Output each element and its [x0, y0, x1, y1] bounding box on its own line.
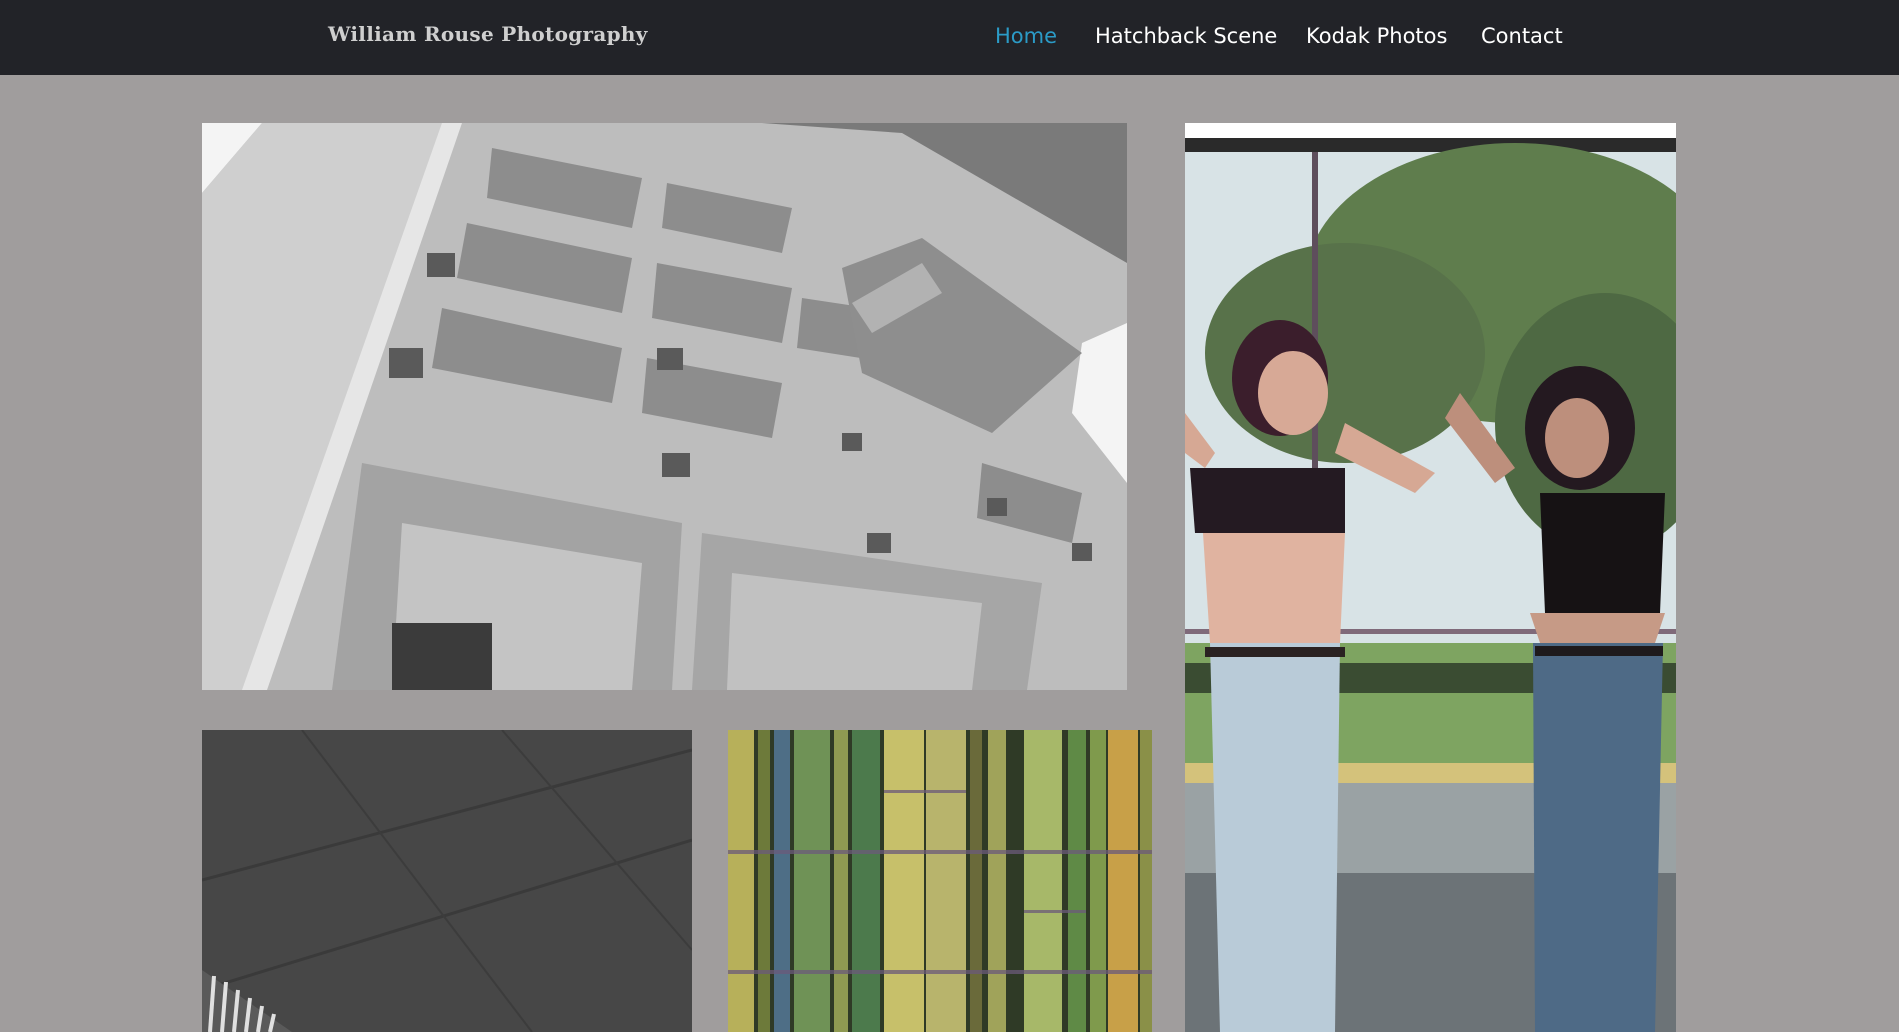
site-brand-link[interactable]: William Rouse Photography: [328, 22, 648, 46]
bamboo-photo[interactable]: [728, 730, 1152, 1032]
ceiling-photo[interactable]: [202, 730, 692, 1032]
top-navbar: William Rouse Photography Home Hatchback…: [0, 0, 1899, 75]
nav-hatchback-scene-link[interactable]: Hatchback Scene: [1095, 24, 1277, 48]
nav-contact-link[interactable]: Contact: [1481, 24, 1563, 48]
mirror-portrait-photo[interactable]: [1185, 123, 1676, 1032]
building-photo[interactable]: [202, 123, 1127, 690]
nav-home-link[interactable]: Home: [995, 24, 1057, 48]
nav-kodak-photos-link[interactable]: Kodak Photos: [1306, 24, 1447, 48]
